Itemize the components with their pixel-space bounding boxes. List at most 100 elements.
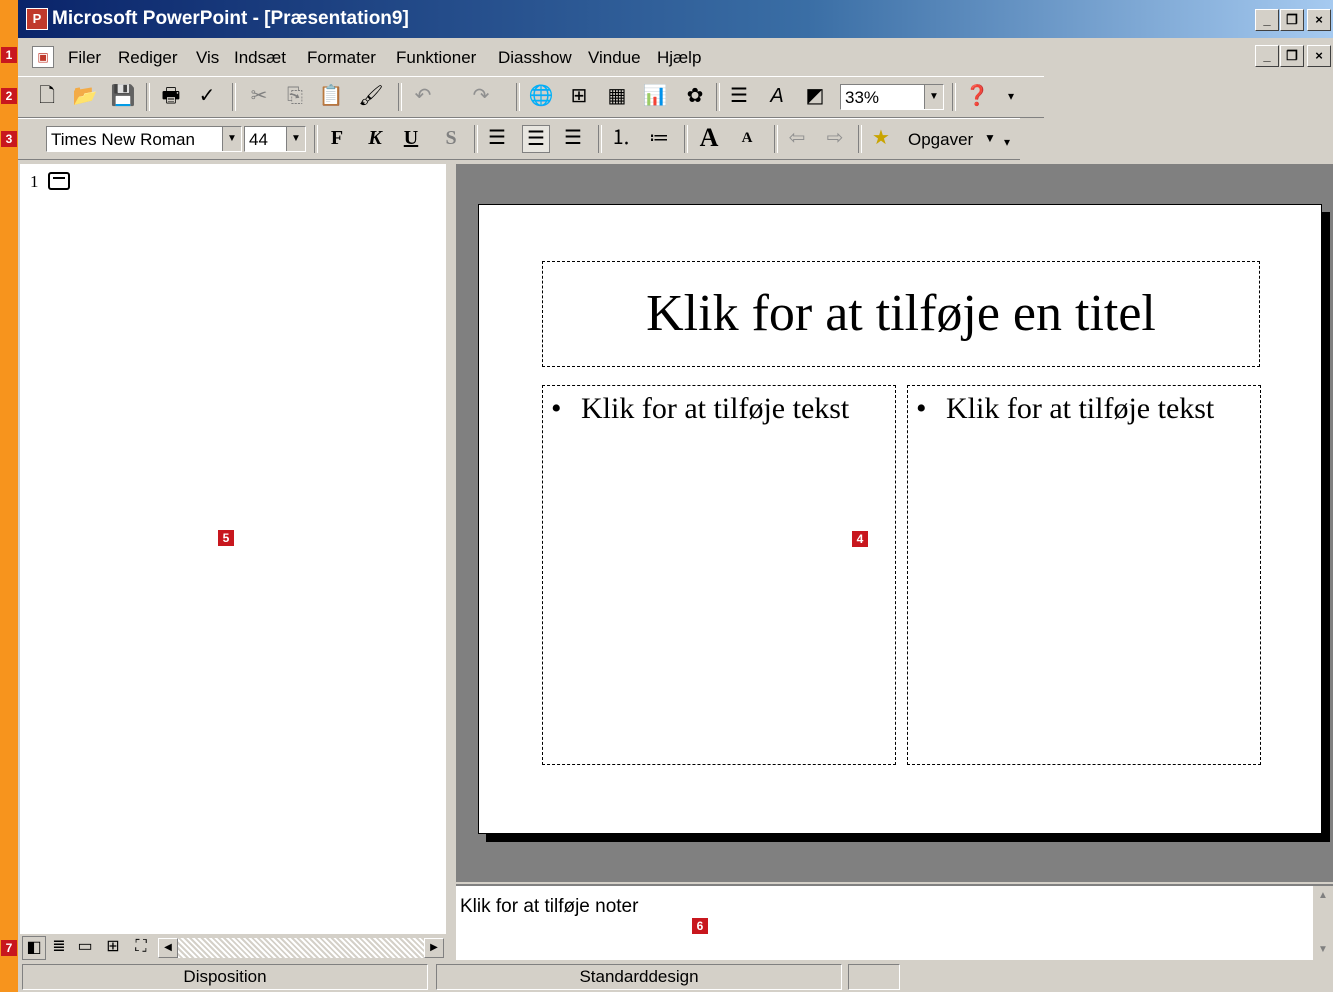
- underline-button[interactable]: U: [398, 125, 424, 151]
- align-right-icon[interactable]: ☰: [560, 125, 586, 151]
- tasks-menu[interactable]: Opgaver: [908, 130, 973, 150]
- numbered-list-icon[interactable]: ⒈: [608, 125, 634, 151]
- bullet: •: [916, 392, 927, 425]
- doc-minimize-button[interactable]: _: [1255, 45, 1279, 67]
- align-left-icon[interactable]: ☰: [484, 125, 510, 151]
- chevron-down-icon[interactable]: ▼: [286, 127, 305, 151]
- animation-star-icon[interactable]: ★: [868, 125, 894, 151]
- menu-indsaet[interactable]: Indsæt: [234, 48, 286, 68]
- help-icon[interactable]: ❓: [964, 83, 990, 109]
- menu-formater[interactable]: Formater: [307, 48, 376, 68]
- doc-close-button[interactable]: ×: [1307, 45, 1331, 67]
- print-icon[interactable]: 🖶: [158, 83, 184, 109]
- outline-view-icon[interactable]: ≣: [48, 936, 70, 958]
- cut-icon[interactable]: ✂: [246, 83, 272, 109]
- powerpoint-window: P Microsoft PowerPoint - [Præsentation9]…: [18, 0, 1333, 992]
- menu-filer[interactable]: Filer: [68, 48, 101, 68]
- callout-badge-4: 4: [852, 531, 868, 547]
- demote-icon[interactable]: ⇨: [822, 125, 848, 151]
- chevron-down-icon[interactable]: ▼: [222, 127, 241, 151]
- font-shadow-icon[interactable]: A: [764, 83, 790, 109]
- menu-hjaelp[interactable]: Hjælp: [657, 48, 701, 68]
- scroll-down-icon[interactable]: ▼: [1313, 940, 1333, 960]
- status-view-name: Disposition: [22, 964, 428, 990]
- toolbar-separator: [146, 83, 150, 111]
- menu-vindue[interactable]: Vindue: [588, 48, 641, 68]
- pane-splitter[interactable]: [446, 160, 456, 960]
- status-design-name: Standarddesign: [436, 964, 842, 990]
- menu-funktioner[interactable]: Funktioner: [396, 48, 476, 68]
- menu-rediger[interactable]: Rediger: [118, 48, 178, 68]
- normal-view-icon[interactable]: ◧: [22, 936, 46, 960]
- callout-badge-7: 7: [1, 940, 17, 956]
- font-value: Times New Roman: [51, 130, 195, 149]
- outline-pane[interactable]: 1 5: [20, 164, 446, 934]
- increase-font-icon[interactable]: A: [696, 125, 722, 151]
- notes-placeholder-text: Klik for at tilføje noter: [460, 896, 639, 917]
- callout-badge-6: 6: [692, 918, 708, 934]
- window-title: Microsoft PowerPoint - [Præsentation9]: [52, 8, 409, 29]
- format-painter-icon[interactable]: 🖌: [358, 83, 384, 109]
- paste-icon[interactable]: 📋: [318, 83, 344, 109]
- scroll-right-icon[interactable]: ▶: [424, 938, 444, 958]
- right-content-placeholder[interactable]: • Klik for at tilføje tekst: [907, 385, 1261, 765]
- minimize-button[interactable]: _: [1255, 9, 1279, 31]
- scroll-up-icon[interactable]: ▲: [1313, 886, 1333, 906]
- bulleted-list-icon[interactable]: ≔: [646, 125, 672, 151]
- table-insert-icon[interactable]: ⊞: [566, 83, 592, 109]
- chart-icon[interactable]: 📊: [642, 83, 668, 109]
- save-icon[interactable]: 💾: [110, 83, 136, 109]
- chevron-down-icon[interactable]: ▼: [924, 85, 943, 109]
- toolbar-separator: [716, 83, 720, 111]
- decrease-font-icon[interactable]: A: [734, 125, 760, 151]
- zoom-select[interactable]: 33% ▼: [840, 84, 944, 110]
- formatting-toolbar: Times New Roman ▼ 44 ▼ F K U S ☰ ☰ ☰ ⒈ ≔…: [18, 118, 1020, 160]
- toolbar-options-icon[interactable]: ▾: [1004, 135, 1010, 149]
- undo-icon[interactable]: ↶: [410, 83, 436, 109]
- document-icon[interactable]: ▣: [32, 46, 54, 68]
- copy-icon[interactable]: ⎘: [282, 83, 308, 109]
- scroll-left-icon[interactable]: ◀: [158, 938, 178, 958]
- horizontal-scrollbar[interactable]: ◀ ▶: [158, 938, 444, 958]
- font-size-value: 44: [249, 130, 268, 149]
- slide-canvas[interactable]: Klik for at tilføje en titel • Klik for …: [478, 204, 1322, 834]
- new-icon[interactable]: 🗋: [34, 83, 60, 109]
- slide-view-icon[interactable]: ▭: [74, 936, 96, 958]
- title-placeholder[interactable]: Klik for at tilføje en titel: [542, 261, 1260, 367]
- maximize-button[interactable]: ❐: [1280, 9, 1304, 31]
- powerpoint-icon[interactable]: P: [26, 8, 48, 30]
- bullet: •: [551, 392, 562, 425]
- doc-restore-button[interactable]: ❐: [1280, 45, 1304, 67]
- align-center-icon[interactable]: ☰: [522, 125, 550, 153]
- notes-pane[interactable]: Klik for at tilføje noter 6 ▲ ▼: [456, 884, 1333, 962]
- open-icon[interactable]: 📂: [72, 83, 98, 109]
- close-button[interactable]: ×: [1307, 9, 1331, 31]
- toolbar-separator: [858, 125, 862, 153]
- slide-thumbnail-icon[interactable]: [48, 172, 70, 190]
- menu-vis[interactable]: Vis: [196, 48, 219, 68]
- shadow-button[interactable]: S: [438, 125, 464, 151]
- slideshow-icon[interactable]: ⛶: [130, 936, 152, 958]
- callout-badge-5: 5: [218, 530, 234, 546]
- table-icon[interactable]: ▦: [604, 83, 630, 109]
- font-size-select[interactable]: 44 ▼: [244, 126, 306, 152]
- spellcheck-icon[interactable]: ✓: [194, 83, 220, 109]
- redo-icon[interactable]: ↷: [468, 83, 494, 109]
- toolbar-options-icon[interactable]: ▾: [998, 83, 1024, 109]
- expand-icon[interactable]: ☰: [726, 83, 752, 109]
- web-icon[interactable]: 🌐: [528, 83, 554, 109]
- toolbar-separator: [516, 83, 520, 111]
- menu-diasshow[interactable]: Diasshow: [498, 48, 572, 68]
- right-placeholder-text: Klik for at tilføje tekst: [946, 392, 1215, 425]
- italic-button[interactable]: K: [362, 125, 388, 151]
- font-select[interactable]: Times New Roman ▼: [46, 126, 242, 152]
- menu-bar: ▣ Filer Rediger Vis Indsæt Formater Funk…: [18, 40, 1333, 74]
- clipart-icon[interactable]: ✿: [682, 83, 708, 109]
- bold-button[interactable]: F: [324, 125, 350, 151]
- vertical-scrollbar[interactable]: ▲ ▼: [1313, 886, 1333, 960]
- promote-icon[interactable]: ⇦: [784, 125, 810, 151]
- left-content-placeholder[interactable]: • Klik for at tilføje tekst: [542, 385, 896, 765]
- grayscale-icon[interactable]: ◩: [802, 83, 828, 109]
- chevron-down-icon[interactable]: ▼: [984, 131, 996, 145]
- slide-sorter-icon[interactable]: ⊞: [102, 936, 124, 958]
